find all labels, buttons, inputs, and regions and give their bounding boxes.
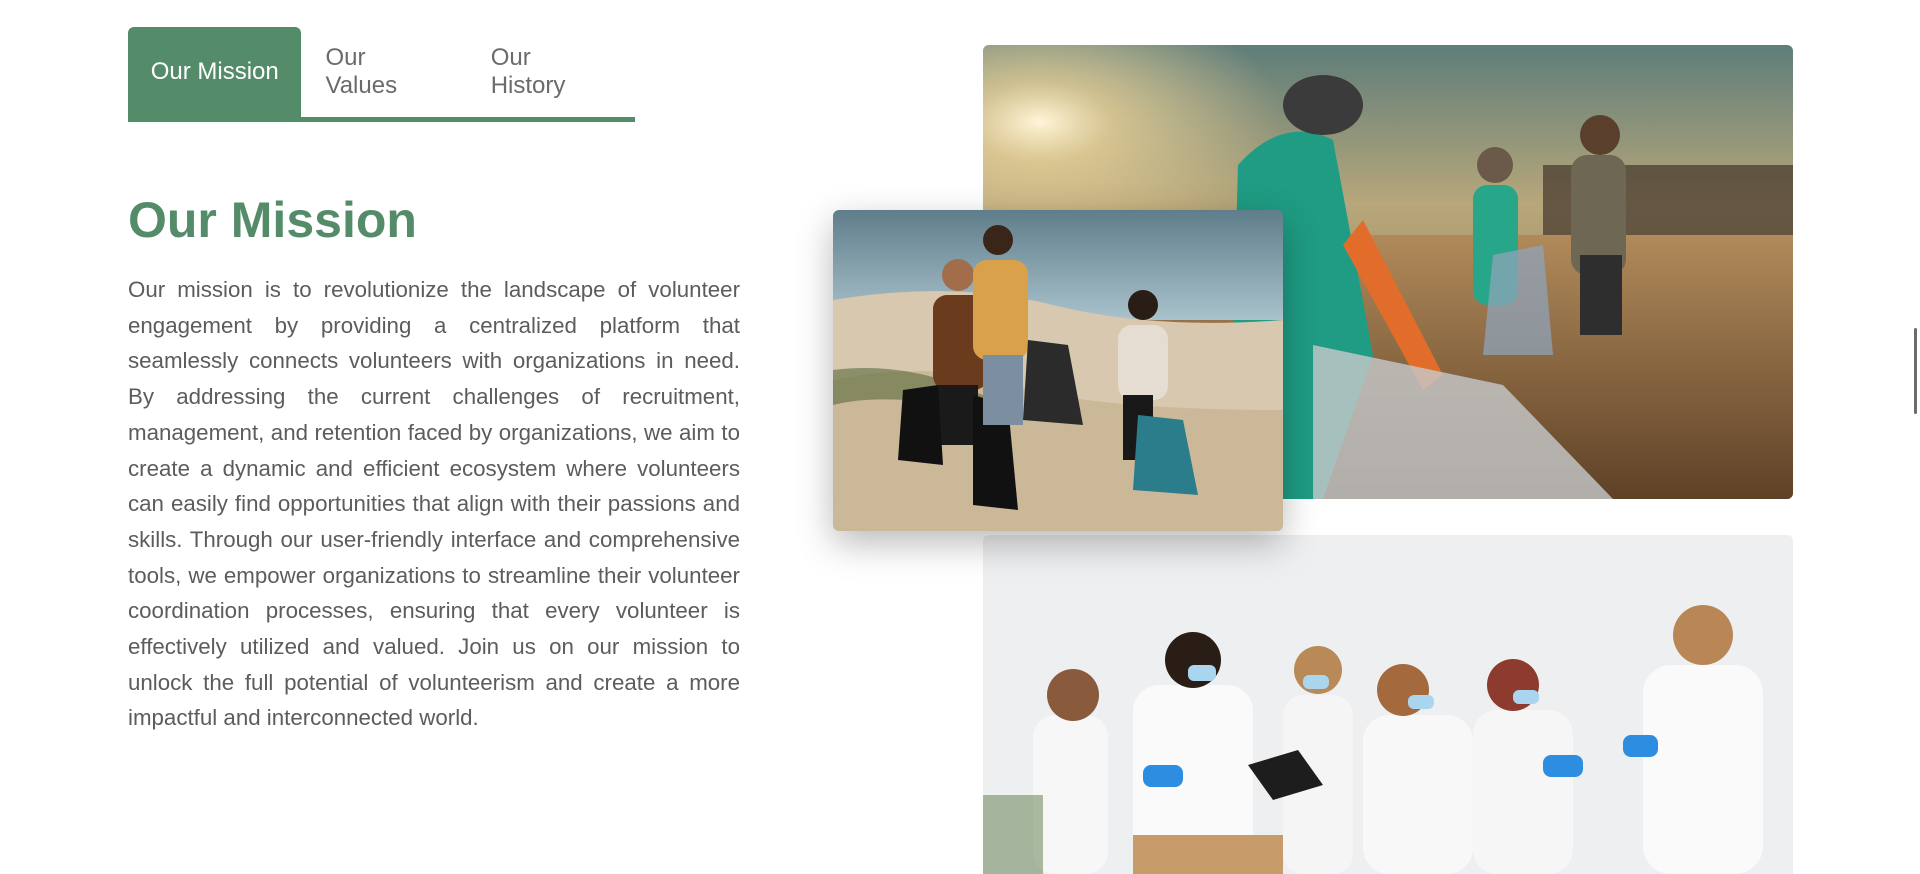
mission-tabs: Our Mission Our Values Our History [128, 27, 635, 122]
tab-our-values[interactable]: Our Values [301, 27, 466, 117]
tab-our-mission[interactable]: Our Mission [128, 27, 302, 117]
mission-paragraph: Our mission is to revolutionize the land… [128, 277, 740, 731]
tab-our-history[interactable]: Our History [467, 27, 635, 117]
page-scrollbar[interactable] [1914, 328, 1917, 414]
beach-cleanup-trio-photo [833, 210, 1283, 531]
volunteers-food-donation-photo [983, 535, 1793, 874]
section-title: Our Mission [128, 192, 417, 248]
